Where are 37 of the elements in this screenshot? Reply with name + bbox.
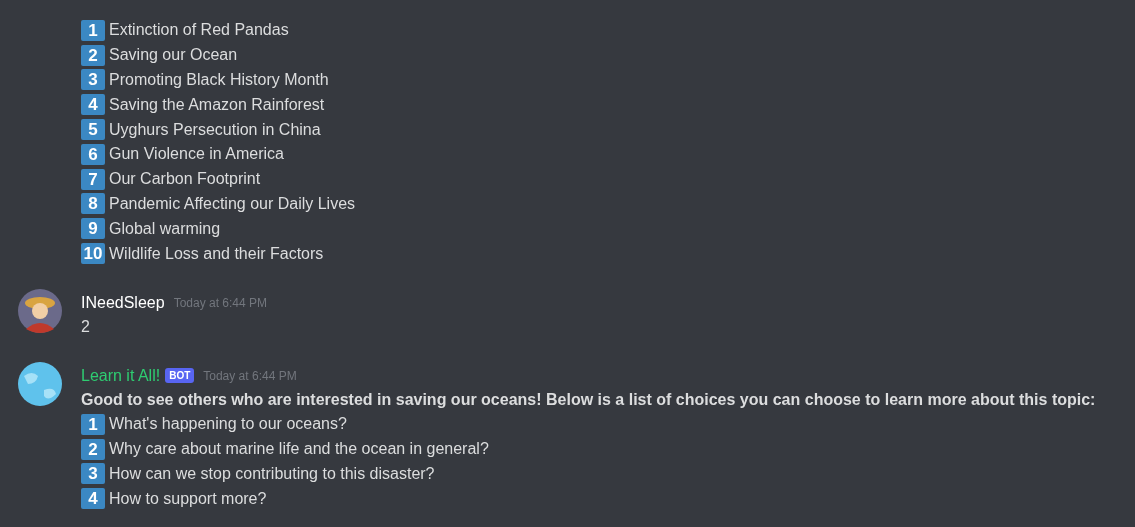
- bot-tag: BOT: [165, 368, 195, 384]
- list-item-text: Extinction of Red Pandas: [109, 21, 289, 40]
- message-text: Good to see others who are interested in saving our oceans! Below is a list of choices you can choose to learn more about this topic:: [81, 389, 1096, 410]
- globe-icon: [18, 361, 62, 406]
- list-item-text: How can we stop contributing to this disaster?: [109, 464, 435, 483]
- list-item-text: Pandemic Affecting our Daily Lives: [109, 194, 356, 213]
- list-item-text: Saving the Amazon Rainforest: [109, 95, 325, 114]
- timestamp: Today at 6:44 PM: [173, 295, 267, 310]
- number-badge: 6: [81, 143, 105, 165]
- list-item-text: Uyghurs Persecution in China: [109, 120, 321, 139]
- list-item-text: Gun Violence in America: [109, 145, 284, 164]
- number-badge: 7: [81, 168, 105, 190]
- number-badge: 1: [81, 19, 105, 41]
- number-badge: 5: [81, 119, 105, 141]
- number-badge: 9: [81, 218, 105, 240]
- list-item-text: Saving our Ocean: [109, 46, 238, 65]
- list-item-text: Wildlife Loss and their Factors: [109, 244, 324, 263]
- number-badge: 1: [81, 413, 105, 435]
- number-badge: 10: [81, 243, 105, 265]
- list-item-text: Why care about marine life and the ocean in general?: [109, 440, 489, 459]
- number-badge: 8: [81, 193, 105, 215]
- list-item-text: How to support more?: [109, 489, 267, 508]
- list-item-text: What's happening to our oceans?: [109, 415, 347, 434]
- number-badge: 2: [81, 438, 105, 460]
- number-badge: 3: [81, 69, 105, 91]
- avatar-icon: [18, 288, 62, 333]
- list-item-text: Our Carbon Footprint: [109, 170, 261, 189]
- number-badge: 4: [81, 94, 105, 116]
- list-item-text: Global warming: [109, 219, 221, 238]
- number-badge: 4: [81, 488, 105, 510]
- username[interactable]: Learn it All!: [81, 366, 161, 385]
- timestamp: Today at 6:44 PM: [203, 368, 297, 383]
- list-item-text: Promoting Black History Month: [109, 71, 329, 89]
- message-text: 2: [81, 316, 91, 337]
- number-badge: 2: [81, 44, 105, 66]
- username[interactable]: INeedSleep: [81, 293, 165, 312]
- number-badge: 3: [81, 463, 105, 485]
